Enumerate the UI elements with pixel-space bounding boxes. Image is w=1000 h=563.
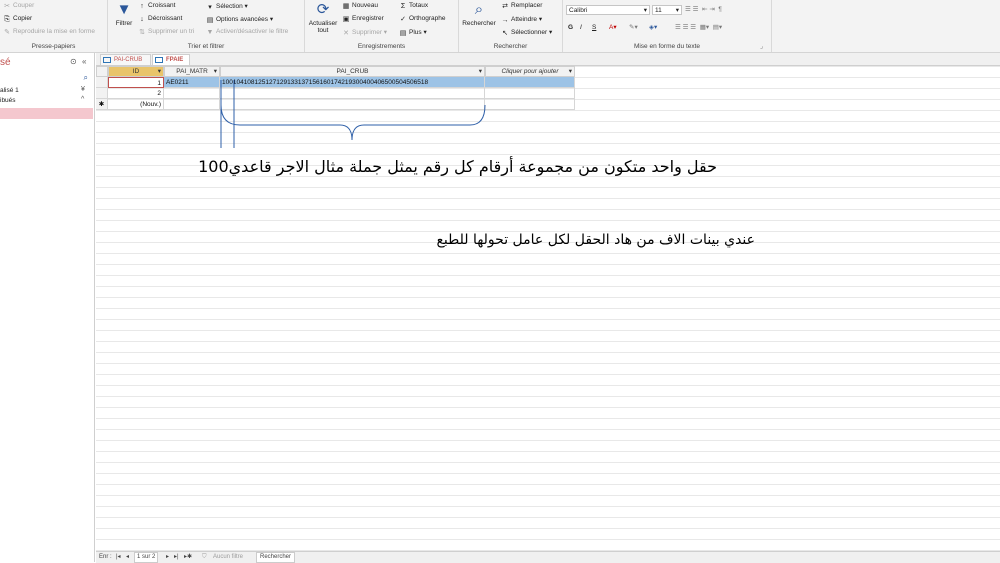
previous-record-button[interactable]: ◂: [126, 552, 129, 563]
record-navigation-bar: Enr : |◂ ◂ 1 sur 2 ▸ ▸| ▸✱ ⛉ Aucun filtr…: [96, 551, 1000, 563]
record-label: Enr :: [99, 554, 112, 560]
first-record-button[interactable]: |◂: [116, 552, 121, 563]
filter-status[interactable]: Aucun filtre: [213, 552, 243, 563]
new-record-nav-button[interactable]: ▸✱: [184, 552, 192, 563]
annotation-brace: [220, 80, 486, 148]
annotation-text-2: عندي بينات الاف من هاد الحقل لكل عامل تح…: [436, 232, 755, 248]
last-record-button[interactable]: ▸|: [174, 552, 179, 563]
annotation-curly-brace: [220, 104, 486, 141]
search-field[interactable]: Rechercher: [256, 552, 296, 563]
record-position-field[interactable]: 1 sur 2: [134, 552, 159, 563]
filter-status-icon: ⛉: [202, 554, 207, 560]
annotation-text-1: حقل واحد متكون من مجموعة أرقام كل رقم يم…: [198, 157, 717, 176]
next-record-button[interactable]: ▸: [166, 552, 169, 563]
